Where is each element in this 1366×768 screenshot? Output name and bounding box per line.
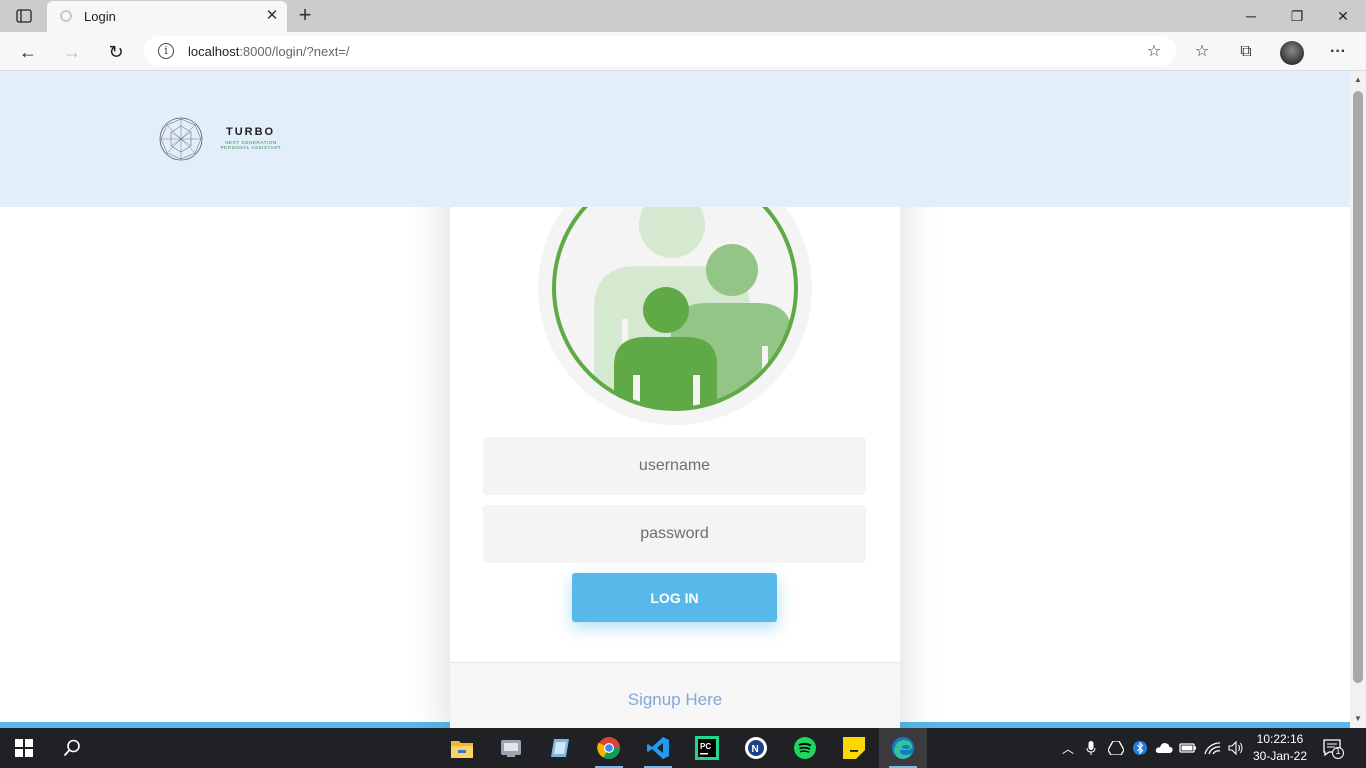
bluetooth-icon[interactable] xyxy=(1131,728,1149,768)
password-input[interactable] xyxy=(483,505,866,563)
app-icon xyxy=(551,739,569,757)
scroll-thumb[interactable] xyxy=(1353,91,1363,683)
site-info-icon[interactable]: i xyxy=(158,43,174,59)
new-tab-button[interactable]: + xyxy=(294,4,316,26)
taskbar-chrome[interactable] xyxy=(585,728,633,768)
taskbar-app-3[interactable]: N xyxy=(732,728,780,768)
url-host: localhost xyxy=(188,44,240,59)
wifi-icon[interactable] xyxy=(1202,728,1224,768)
spotify-icon xyxy=(794,737,816,759)
restore-button[interactable]: ❐ xyxy=(1285,4,1309,28)
taskbar-file-explorer[interactable] xyxy=(438,728,486,768)
login-card: LOG IN Signup Here xyxy=(450,151,900,728)
taskbar-app-2[interactable] xyxy=(536,728,584,768)
username-input[interactable] xyxy=(483,437,866,495)
taskbar-vscode[interactable] xyxy=(634,728,682,768)
logo-subtitle-line2: PERSONAL ASSISTANT xyxy=(220,145,282,150)
browser-toolbar: ← → ↻ i localhost:8000/login/?next=/ ☆ ☆… xyxy=(0,32,1366,71)
taskbar-edge[interactable] xyxy=(879,728,927,768)
start-icon xyxy=(15,739,33,757)
settings-menu-icon[interactable]: ··· xyxy=(1327,41,1349,63)
clock-date: 30-Jan-22 xyxy=(1252,749,1308,763)
windows-taskbar: PC N ︿ 10:22:16 30-Jan-22 1 xyxy=(0,728,1366,768)
show-hidden-icons-icon[interactable]: ︿ xyxy=(1058,728,1078,768)
svg-text:N: N xyxy=(752,744,759,755)
close-window-button[interactable]: ✕ xyxy=(1331,4,1355,28)
vscode-icon xyxy=(647,737,669,759)
search-icon xyxy=(63,739,80,757)
volume-icon[interactable] xyxy=(1226,728,1246,768)
address-bar[interactable]: i localhost:8000/login/?next=/ ☆ xyxy=(144,36,1176,67)
forward-button[interactable]: → xyxy=(59,39,85,65)
url-path: :8000/login/?next=/ xyxy=(239,44,350,59)
logo-subtitle: NEXT GENERATION PERSONAL ASSISTANT xyxy=(215,140,287,150)
chrome-icon xyxy=(597,737,620,759)
edge-icon xyxy=(892,737,914,759)
tab-login[interactable]: Login ✕ xyxy=(47,1,287,32)
tab-favicon-icon xyxy=(60,10,72,22)
microphone-icon[interactable] xyxy=(1082,728,1100,768)
clock-time: 10:22:16 xyxy=(1256,732,1304,746)
start-button[interactable] xyxy=(0,728,48,768)
scroll-down-arrow-icon[interactable]: ▼ xyxy=(1350,712,1366,726)
profile-avatar[interactable] xyxy=(1280,41,1304,65)
page-viewport: TURBO NEXT GENERATION PERSONAL ASSISTANT xyxy=(0,71,1350,728)
google-drive-icon[interactable] xyxy=(1106,728,1126,768)
site-logo[interactable]: TURBO NEXT GENERATION PERSONAL ASSISTANT xyxy=(158,116,298,162)
taskbar-clock[interactable]: 10:22:16 30-Jan-22 xyxy=(1248,731,1312,765)
site-header: TURBO NEXT GENERATION PERSONAL ASSISTANT xyxy=(0,71,1350,207)
tab-close-icon[interactable]: ✕ xyxy=(263,7,281,25)
login-button[interactable]: LOG IN xyxy=(572,573,777,622)
sticky-notes-icon xyxy=(843,737,865,759)
minimize-button[interactable]: ─ xyxy=(1239,4,1263,28)
svg-text:PC: PC xyxy=(700,742,711,751)
taskbar-sticky-notes[interactable] xyxy=(830,728,878,768)
add-favorite-icon[interactable]: ☆ xyxy=(1144,42,1164,62)
tab-strip: Login ✕ + ─ ❐ ✕ xyxy=(0,0,1366,32)
taskbar-pycharm[interactable]: PC xyxy=(683,728,731,768)
card-footer: Signup Here xyxy=(450,662,900,728)
url-text[interactable]: localhost:8000/login/?next=/ xyxy=(188,44,350,59)
globe-logo-icon xyxy=(159,117,203,161)
app-icon xyxy=(501,740,521,757)
scroll-up-arrow-icon[interactable]: ▲ xyxy=(1350,73,1366,87)
tab-title: Login xyxy=(84,9,116,24)
notifications-button[interactable]: 1 xyxy=(1322,737,1344,759)
notification-count: 1 xyxy=(1335,746,1341,756)
collections-icon[interactable]: ⧉ xyxy=(1235,41,1257,63)
taskbar-spotify[interactable] xyxy=(781,728,829,768)
signup-link[interactable]: Signup Here xyxy=(450,690,900,710)
app-icon: N xyxy=(745,737,767,759)
file-explorer-icon xyxy=(451,741,473,758)
favorites-icon[interactable]: ☆ xyxy=(1191,41,1213,63)
search-button[interactable] xyxy=(48,728,96,768)
battery-icon[interactable] xyxy=(1178,728,1198,768)
back-button[interactable]: ← xyxy=(15,39,41,65)
pycharm-icon: PC xyxy=(695,736,719,760)
tab-actions-button[interactable] xyxy=(12,6,36,26)
page-scrollbar[interactable]: ▲ ▼ xyxy=(1350,71,1366,728)
tab-actions-icon xyxy=(16,9,32,23)
onedrive-icon[interactable] xyxy=(1153,728,1175,768)
taskbar-app-1[interactable] xyxy=(487,728,535,768)
logo-title: TURBO xyxy=(226,126,276,138)
refresh-button[interactable]: ↻ xyxy=(103,39,129,65)
